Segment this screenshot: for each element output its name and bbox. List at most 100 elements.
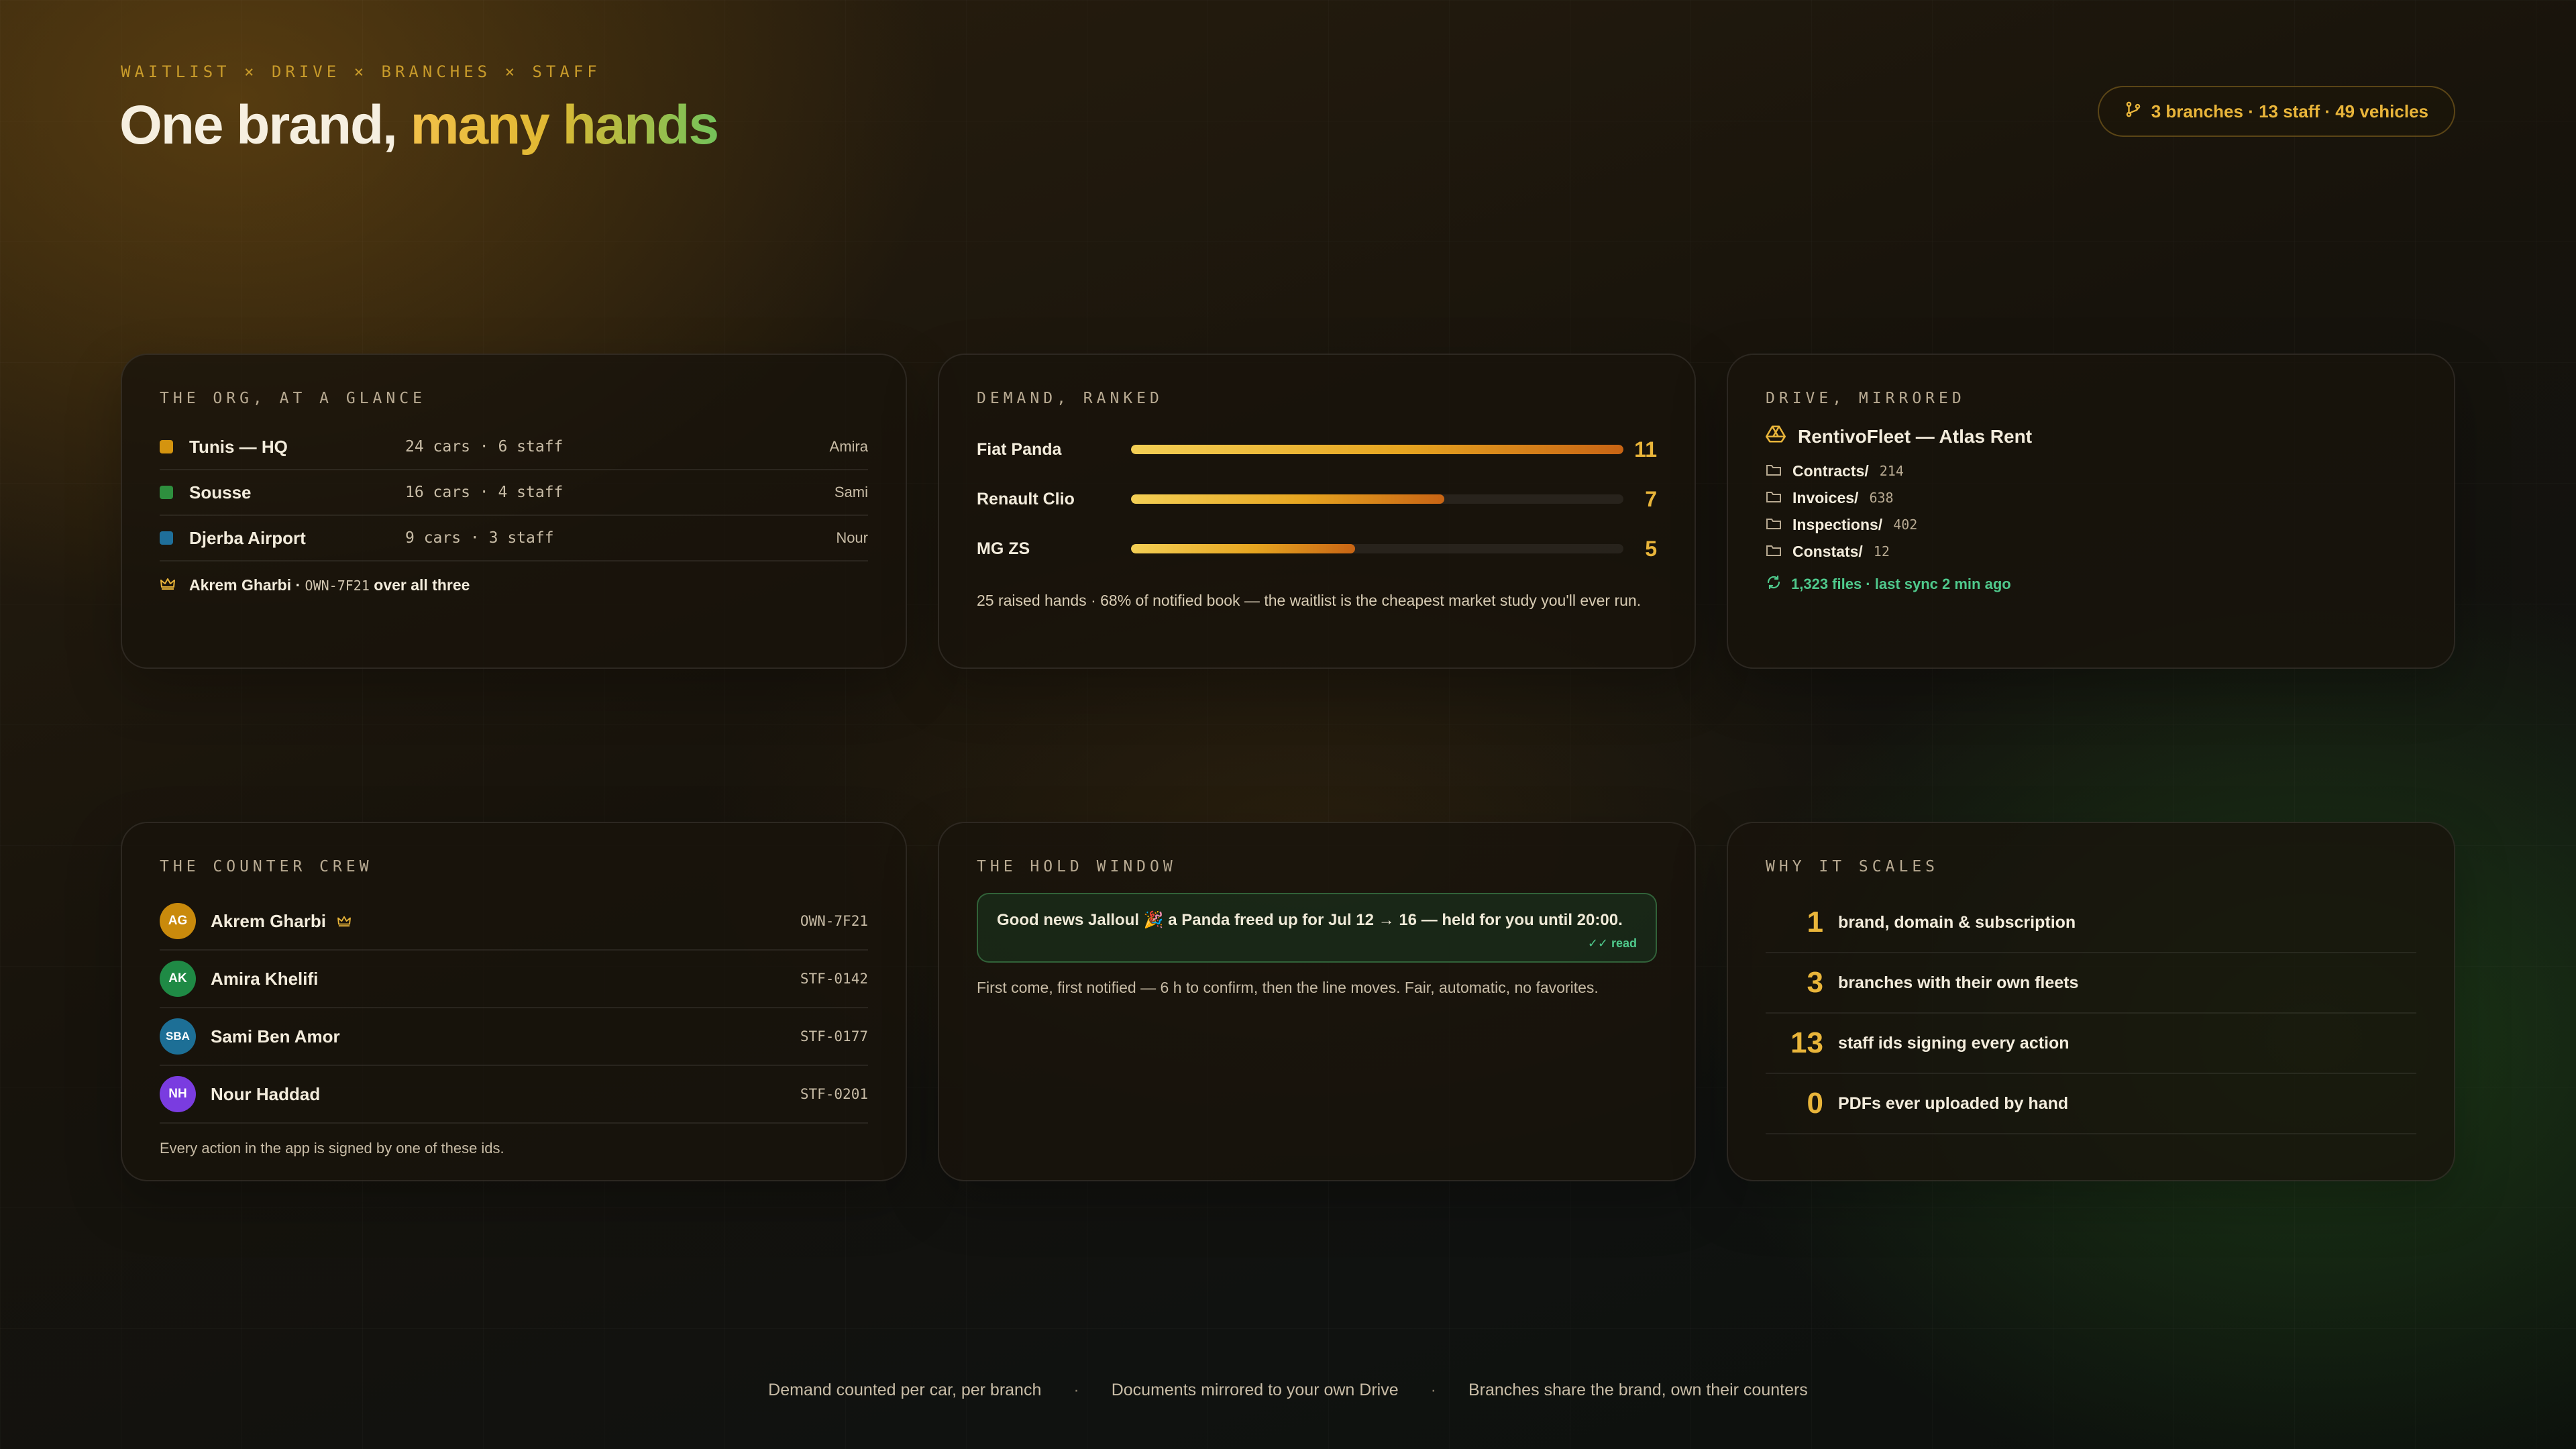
crew-member-name: Amira Khelifi <box>211 968 319 989</box>
demand-car-label: Fiat Panda <box>977 439 1062 459</box>
branch-name: Djerba Airport <box>189 527 306 548</box>
crown-icon <box>337 911 352 932</box>
folder-count: 214 <box>1879 463 1904 479</box>
notification-message: Good news Jalloul 🎉 a Panda freed up for… <box>997 911 1623 929</box>
avatar: NH <box>160 1076 196 1112</box>
demand-card: DEMAND, RANKED Fiat Panda 11 Renault Cli… <box>938 354 1696 669</box>
summary-text: 3 branches · 13 staff · 49 vehicles <box>2151 101 2428 121</box>
crew-member-id: OWN-7F21 <box>800 913 868 929</box>
crew-card: THE COUNTER CREW AG Akrem Gharbi OWN-7F2… <box>121 822 907 1181</box>
branch-list: Tunis — HQ 24 cars · 6 staff Amira Souss… <box>160 425 868 561</box>
stat-row: 0 PDFs ever uploaded by hand <box>1766 1074 2416 1134</box>
folder-row[interactable]: Invoices/ 638 <box>1766 484 2416 511</box>
crew-member-row[interactable]: SBA Sami Ben Amor STF-0177 <box>160 1008 868 1066</box>
stat-number: 1 <box>1807 906 1823 938</box>
demand-row: Fiat Panda 11 <box>977 425 1657 474</box>
drive-account-name: RentivoFleet — Atlas Rent <box>1798 425 2033 447</box>
footer-separator: · <box>1073 1381 1079 1399</box>
demand-bar-fill <box>1131 445 1623 454</box>
demand-row: MG ZS 5 <box>977 524 1657 574</box>
branch-name: Tunis — HQ <box>189 436 288 457</box>
eyebrow: WAITLIST × DRIVE × BRANCHES × STAFF <box>121 62 601 81</box>
folder-count: 12 <box>1873 543 1890 559</box>
stat-number: 0 <box>1807 1087 1823 1120</box>
demand-bars: Fiat Panda 11 Renault Clio 7 MG ZS 5 <box>977 425 1657 574</box>
crew-member-id: STF-0142 <box>800 971 868 987</box>
folder-icon <box>1766 516 1782 534</box>
footer: Demand counted per car, per branch · Doc… <box>0 1381 2576 1400</box>
stat-row: 13 staff ids signing every action <box>1766 1014 2416 1074</box>
drive-account[interactable]: RentivoFleet — Atlas Rent <box>1766 425 2416 448</box>
card-title: WHY IT SCALES <box>1766 858 1939 875</box>
crown-icon <box>160 576 176 594</box>
avatar: AG <box>160 903 196 939</box>
crew-member-row[interactable]: NH Nour Haddad STF-0201 <box>160 1066 868 1124</box>
org-card: THE ORG, AT A GLANCE Tunis — HQ 24 cars … <box>121 354 907 669</box>
branch-lead: Nour <box>836 529 868 546</box>
stat-label: PDFs ever uploaded by hand <box>1838 1093 2069 1113</box>
stat-row: 1 brand, domain & subscription <box>1766 893 2416 953</box>
notification-bubble: Good news Jalloul 🎉 a Panda freed up for… <box>977 893 1657 963</box>
crew-member-name: Nour Haddad <box>211 1083 321 1104</box>
branch-color-swatch <box>160 486 173 499</box>
card-title: THE HOLD WINDOW <box>977 858 1177 875</box>
demand-car-label: MG ZS <box>977 539 1030 558</box>
drive-icon <box>1766 425 1786 448</box>
owner-suffix: over all three <box>374 576 470 594</box>
card-title: DEMAND, RANKED <box>977 390 1163 407</box>
stat-label: staff ids signing every action <box>1838 1033 2070 1053</box>
background-grid <box>0 0 2576 1449</box>
avatar: AK <box>160 961 196 997</box>
branch-meta: 16 cars · 4 staff <box>405 484 564 501</box>
crew-member-id: STF-0201 <box>800 1086 868 1102</box>
folder-row[interactable]: Contracts/ 214 <box>1766 458 2416 484</box>
branch-color-swatch <box>160 440 173 453</box>
owner-name: Akrem Gharbi · <box>189 576 301 594</box>
crew-member-id: STF-0177 <box>800 1028 868 1044</box>
stat-number: 13 <box>1790 1026 1823 1059</box>
footer-item: Branches share the brand, own their coun… <box>1468 1381 1808 1399</box>
folder-name: Inspections/ <box>1792 515 1883 533</box>
folder-icon <box>1766 543 1782 561</box>
summary-pill: 3 branches · 13 staff · 49 vehicles <box>2097 86 2455 137</box>
branch-row[interactable]: Sousse 16 cars · 4 staff Sami <box>160 470 868 516</box>
branch-color-swatch <box>160 531 173 545</box>
branch-row[interactable]: Tunis — HQ 24 cars · 6 staff Amira <box>160 425 868 470</box>
branch-lead: Amira <box>829 438 868 455</box>
demand-note: 25 raised hands · 68% of notified book —… <box>977 592 1642 609</box>
crew-member-name: Sami Ben Amor <box>211 1026 340 1046</box>
folder-name: Contracts/ <box>1792 462 1869 480</box>
title-highlight: many hands <box>410 95 719 156</box>
page-title: One brand, many hands <box>119 94 719 157</box>
folder-count: 638 <box>1869 490 1894 506</box>
demand-bar-fill <box>1131 494 1445 504</box>
stat-row: 3 branches with their own fleets <box>1766 953 2416 1014</box>
demand-row: Renault Clio 7 <box>977 474 1657 524</box>
footer-item: Demand counted per car, per branch <box>768 1381 1042 1399</box>
branch-meta: 9 cars · 3 staff <box>405 529 554 547</box>
crew-member-row[interactable]: AK Amira Khelifi STF-0142 <box>160 951 868 1008</box>
branch-icon <box>2125 101 2142 123</box>
card-title: THE ORG, AT A GLANCE <box>160 390 426 407</box>
crew-member-name: Akrem Gharbi <box>211 910 326 931</box>
card-title: DRIVE, MIRRORED <box>1766 390 1966 407</box>
crew-note: Every action in the app is signed by one… <box>160 1140 504 1157</box>
folder-icon <box>1766 462 1782 480</box>
drive-card: DRIVE, MIRRORED RentivoFleet — Atlas Ren… <box>1727 354 2455 669</box>
folder-count: 402 <box>1893 517 1918 533</box>
folder-row[interactable]: Constats/ 12 <box>1766 538 2416 565</box>
card-title: THE COUNTER CREW <box>160 858 373 875</box>
crew-member-row[interactable]: AG Akrem Gharbi OWN-7F21 <box>160 893 868 951</box>
branch-meta: 24 cars · 6 staff <box>405 438 564 455</box>
avatar: SBA <box>160 1018 196 1055</box>
demand-value: 11 <box>1634 437 1657 462</box>
title-plain: One brand, <box>119 95 398 156</box>
sync-status: 1,323 files · last sync 2 min ago <box>1766 574 2416 594</box>
folder-row[interactable]: Inspections/ 402 <box>1766 511 2416 538</box>
owner-line: Akrem Gharbi · OWN-7F21 over all three <box>160 576 868 594</box>
footer-item: Documents mirrored to your own Drive <box>1111 1381 1399 1399</box>
demand-value: 7 <box>1645 486 1657 511</box>
demand-bar-track <box>1131 494 1623 504</box>
branch-name: Sousse <box>189 482 252 502</box>
branch-row[interactable]: Djerba Airport 9 cars · 3 staff Nour <box>160 516 868 561</box>
